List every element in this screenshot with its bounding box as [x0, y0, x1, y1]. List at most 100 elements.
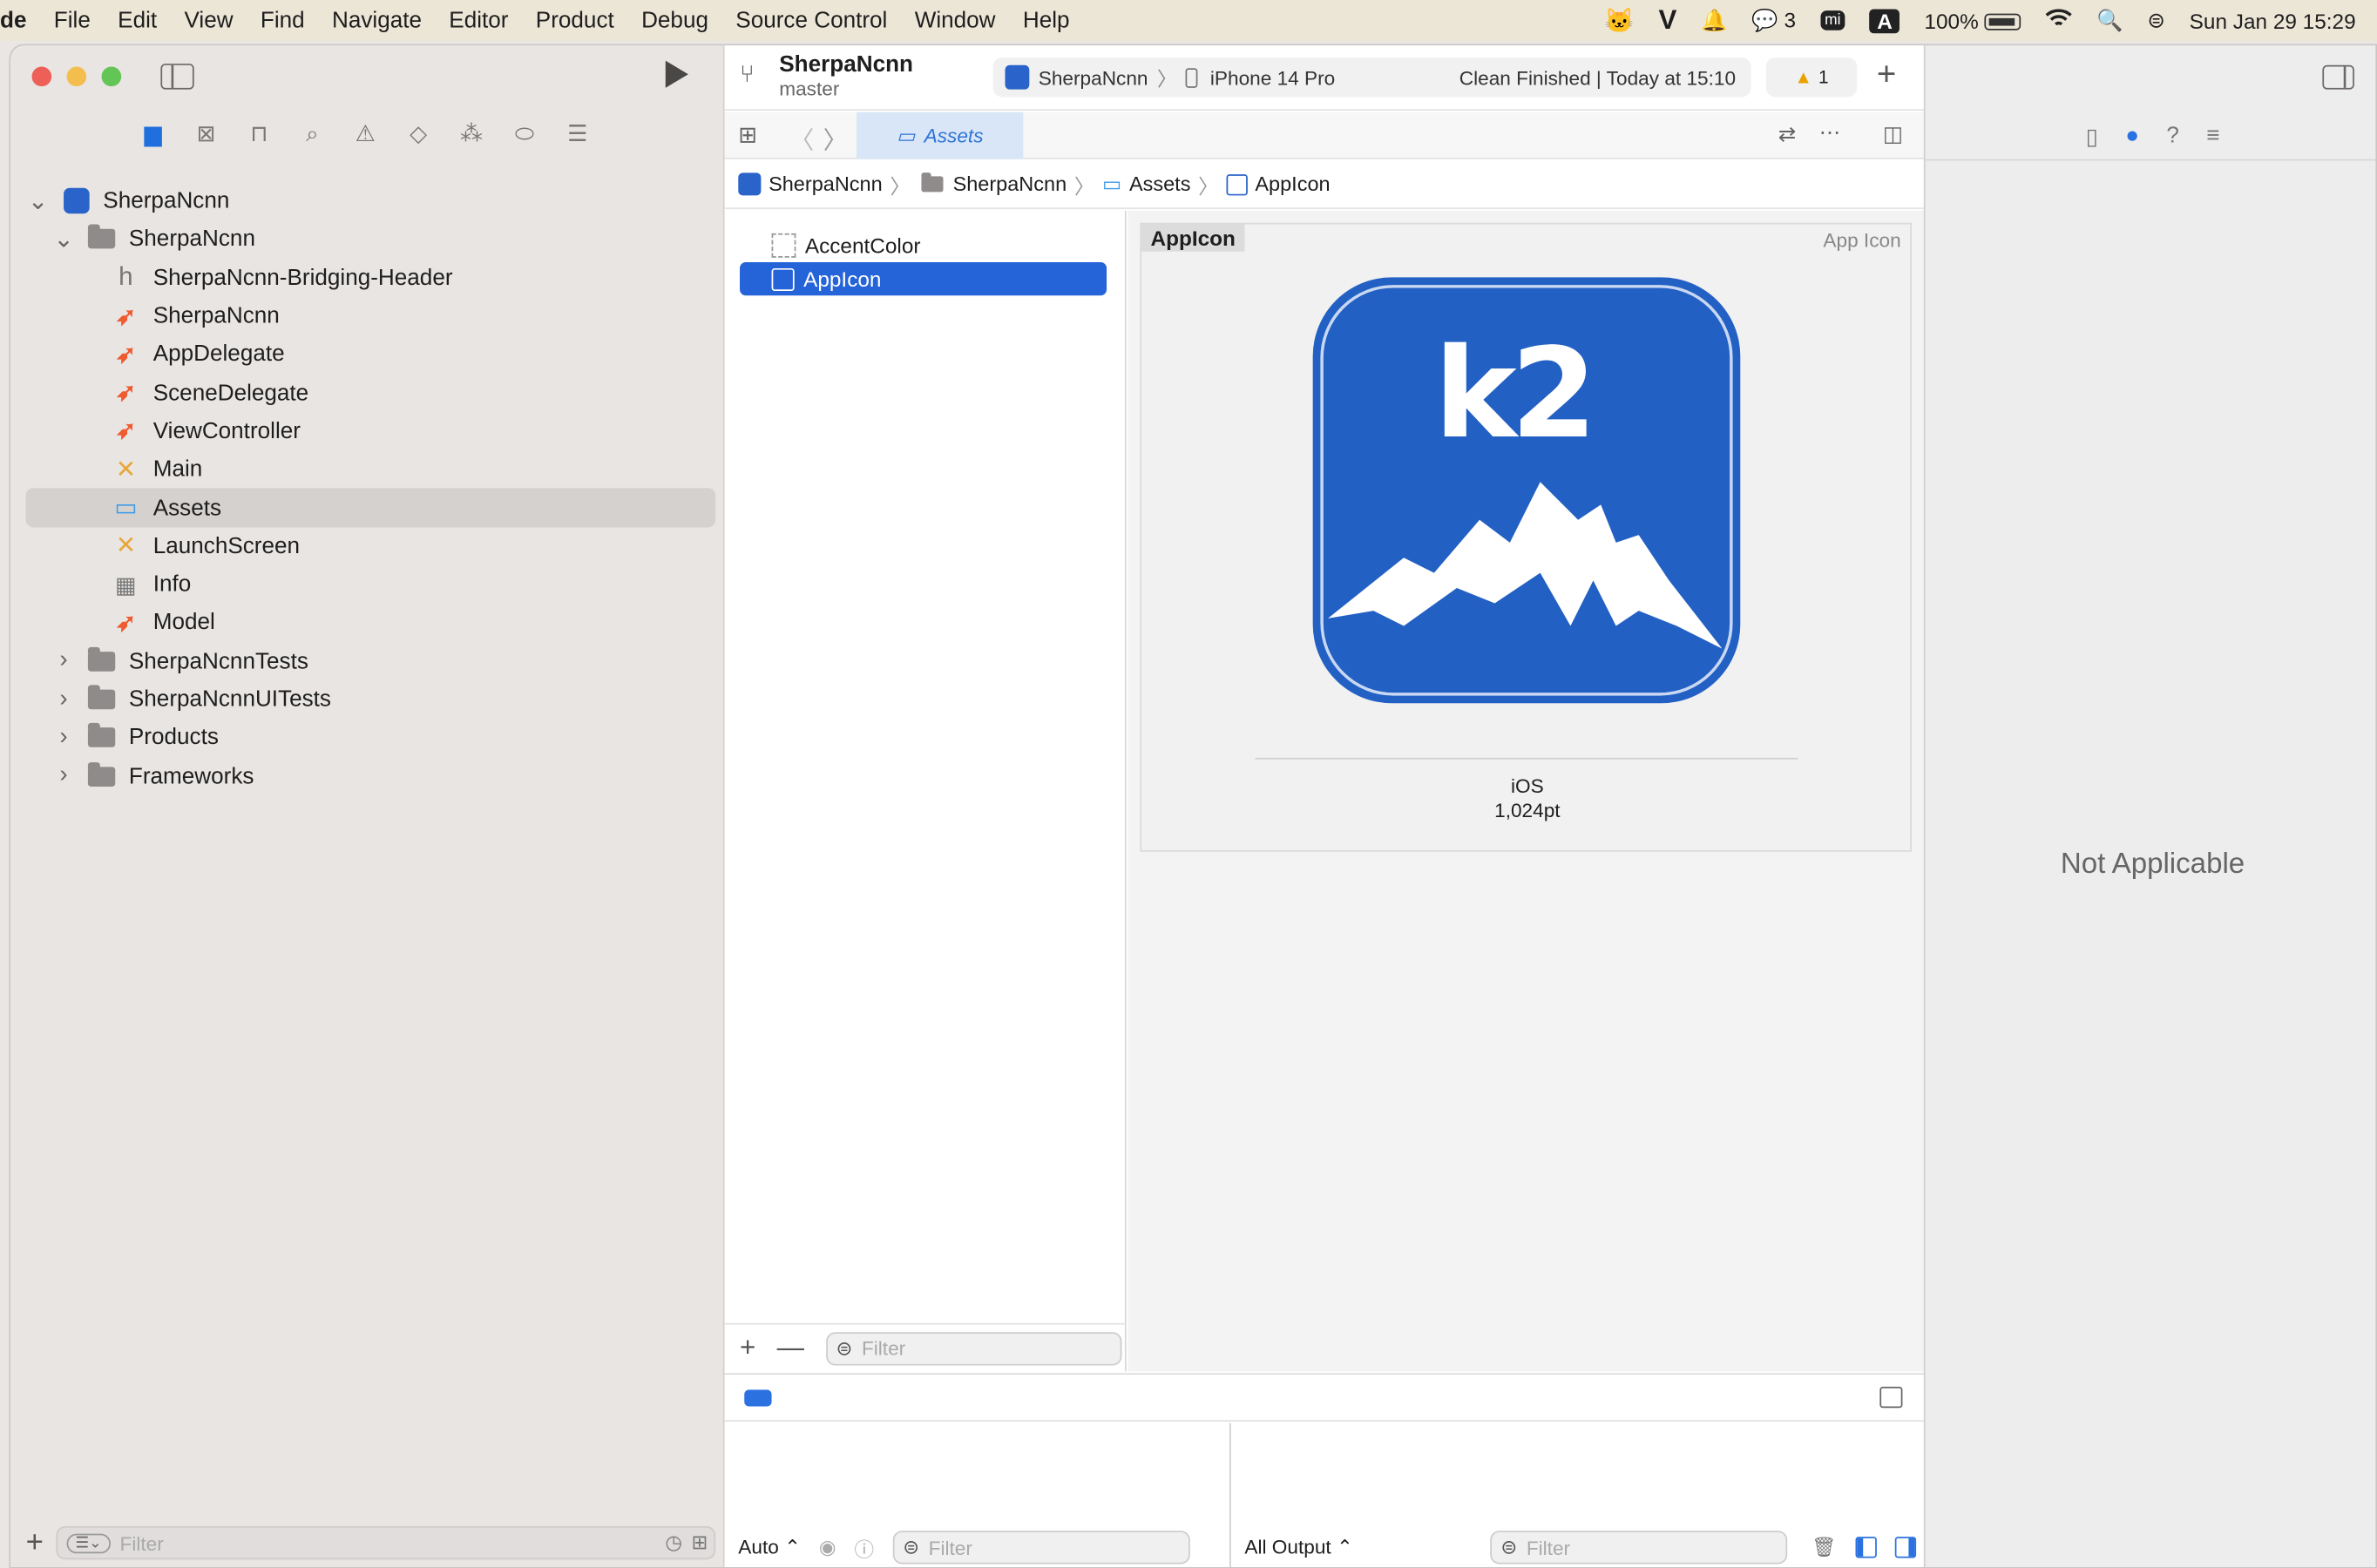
scheme-selector[interactable]: SherpaNcnn	[1039, 66, 1148, 89]
tab-assets[interactable]: ▭ Assets	[856, 112, 1024, 159]
chevron-down-icon[interactable]: ⌄	[53, 224, 74, 254]
menu-help[interactable]: Help	[1009, 8, 1083, 34]
grid-icon[interactable]: ⊞	[738, 121, 757, 149]
test-tab-icon[interactable]: ◇	[403, 118, 434, 149]
split-editor-icon[interactable]: ◫	[1883, 121, 1903, 147]
wifi-icon[interactable]	[2045, 8, 2072, 34]
tree-item-main[interactable]: ✕ Main	[10, 450, 724, 489]
navigator-filter-input[interactable]: Filter	[119, 1531, 163, 1554]
tree-item-model[interactable]: ➶ Model	[10, 604, 724, 642]
menu-debug[interactable]: Debug	[627, 8, 721, 34]
tree-item-assets[interactable]: ▭ Assets	[25, 488, 716, 527]
menu-window[interactable]: Window	[901, 8, 1009, 34]
warning-badge[interactable]: ▲ 1	[1765, 57, 1858, 98]
find-tab-icon[interactable]: ⌕	[297, 118, 328, 149]
breakpoints-toggle-icon[interactable]	[744, 1389, 772, 1407]
menu-navigate[interactable]: Navigate	[318, 8, 435, 34]
bell-icon[interactable]: 🔔	[1701, 8, 1727, 34]
console-filter-input[interactable]: Filter	[1527, 1536, 1570, 1558]
asset-filter-field[interactable]: ⊜ Filter	[825, 1331, 1121, 1365]
asset-filter-input[interactable]: Filter	[862, 1337, 905, 1360]
breadcrumb-group[interactable]: SherpaNcnn	[953, 172, 1067, 195]
eye-icon[interactable]: ◉	[819, 1535, 836, 1559]
add-library-icon[interactable]: +	[1877, 55, 1896, 94]
menu-edit[interactable]: Edit	[105, 8, 171, 34]
mi-icon[interactable]: mi	[1819, 10, 1845, 30]
chevron-right-icon[interactable]: ›	[53, 762, 74, 789]
app-icon-image[interactable]: k2	[1312, 277, 1741, 704]
menu-source-control[interactable]: Source Control	[722, 8, 901, 34]
remove-asset-icon[interactable]: —	[777, 1332, 804, 1364]
history-inspector-icon[interactable]: ●	[2125, 123, 2139, 149]
chevron-right-icon[interactable]: ›	[53, 647, 74, 674]
destination-selector[interactable]: iPhone 14 Pro	[1210, 66, 1335, 89]
spotlight-icon[interactable]: 🔍	[2096, 8, 2123, 34]
chevron-right-icon[interactable]: ›	[53, 686, 74, 713]
tree-item-viewcontroller[interactable]: ➶ ViewController	[10, 412, 724, 450]
close-button[interactable]	[31, 66, 52, 87]
appicon-set-card[interactable]: AppIcon App Icon k2 iOS 1,024pt	[1140, 222, 1912, 852]
show-console-icon[interactable]	[1893, 1537, 1916, 1558]
output-popup[interactable]: All Output ⌃	[1244, 1535, 1472, 1559]
asset-item-accentcolor[interactable]: AccentColor	[740, 229, 1107, 261]
menu-file[interactable]: File	[40, 8, 104, 34]
issue-tab-icon[interactable]: ⚠	[350, 118, 381, 149]
add-icon[interactable]: +	[26, 1525, 44, 1560]
add-asset-icon[interactable]: +	[740, 1332, 755, 1364]
folder-tab-icon[interactable]: ▆	[138, 118, 168, 149]
run-button[interactable]	[665, 60, 688, 88]
forward-icon[interactable]: 〉	[823, 119, 848, 156]
project-title[interactable]: SherpaNcnn master	[779, 51, 913, 100]
minimize-button[interactable]	[66, 66, 87, 87]
tree-item-sherpancnn[interactable]: ⌄ SherpaNcnn	[10, 182, 724, 220]
tree-item-sherpancnnuitests[interactable]: › SherpaNcnnUITests	[10, 680, 724, 719]
more-icon[interactable]: ⋯	[1819, 119, 1840, 145]
app-menu[interactable]: de	[0, 8, 40, 34]
tree-item-products[interactable]: › Products	[10, 719, 724, 757]
source-control-tab-icon[interactable]: ⊠	[191, 118, 221, 149]
recent-files-icon[interactable]: ◷	[665, 1531, 682, 1555]
breadcrumb-project[interactable]: SherpaNcnn	[769, 172, 883, 195]
tree-item-appdelegate[interactable]: ➶ AppDelegate	[10, 335, 724, 374]
battery-status[interactable]: 100%	[1924, 9, 2021, 32]
sidebar-toggle-icon[interactable]	[160, 64, 194, 90]
vim-icon[interactable]: V	[1659, 4, 1677, 37]
hide-debug-area-icon[interactable]	[1879, 1386, 1903, 1409]
attributes-inspector-icon[interactable]: ≡	[2206, 123, 2219, 149]
console-filter-field[interactable]: ⊜ Filter	[1490, 1531, 1788, 1565]
menu-product[interactable]: Product	[522, 8, 627, 34]
menu-editor[interactable]: Editor	[436, 8, 522, 34]
menu-view[interactable]: View	[171, 8, 247, 34]
scm-filter-icon[interactable]: ⊞	[692, 1531, 708, 1555]
control-center-icon[interactable]: ⊜	[2147, 8, 2164, 34]
back-icon[interactable]: 〈	[789, 119, 814, 156]
tree-item-sherpancnn[interactable]: ➶ SherpaNcnn	[10, 297, 724, 335]
tree-item-sherpancnn[interactable]: ⌄ SherpaNcnn	[10, 220, 724, 259]
info-icon[interactable]: ⓘ	[855, 1533, 875, 1562]
swap-icon[interactable]: ⇄	[1778, 121, 1796, 147]
variables-filter-input[interactable]: Filter	[929, 1536, 972, 1558]
menu-find[interactable]: Find	[247, 8, 318, 34]
zoom-button[interactable]	[101, 66, 122, 87]
asset-item-appicon[interactable]: AppIcon	[740, 261, 1107, 296]
chevron-down-icon[interactable]: ⌄	[27, 186, 48, 216]
breadcrumb-assets[interactable]: Assets	[1129, 172, 1190, 195]
tree-item-sherpancnntests[interactable]: › SherpaNcnnTests	[10, 642, 724, 680]
breadcrumb-appicon[interactable]: AppIcon	[1255, 172, 1330, 195]
tree-item-sherpancnn-bridging-header[interactable]: h SherpaNcnn-Bridging-Header	[10, 259, 724, 297]
breakpoint-tab-icon[interactable]: ⬭	[510, 118, 540, 149]
filter-options-icon[interactable]: ☰⌄	[66, 1532, 112, 1553]
variables-scope-popup[interactable]: Auto ⌃	[738, 1535, 801, 1559]
navigator-filter-field[interactable]: ☰⌄ Filter ◷ ⊞	[55, 1525, 716, 1560]
show-variables-icon[interactable]	[1854, 1537, 1877, 1558]
report-tab-icon[interactable]: ☰	[562, 118, 593, 149]
debug-tab-icon[interactable]: ⁂	[457, 118, 487, 149]
variables-filter-field[interactable]: ⊜ Filter	[892, 1531, 1190, 1565]
tree-item-info[interactable]: ▦ Info	[10, 565, 724, 604]
chevron-right-icon[interactable]: ›	[53, 724, 74, 751]
cat-icon[interactable]: 🐱	[1604, 5, 1635, 36]
input-source-icon[interactable]: A	[1869, 8, 1900, 33]
symbol-tab-icon[interactable]: ⊓	[244, 118, 274, 149]
tree-item-frameworks[interactable]: › Frameworks	[10, 757, 724, 795]
wechat-icon[interactable]: 💬 3	[1751, 8, 1796, 34]
